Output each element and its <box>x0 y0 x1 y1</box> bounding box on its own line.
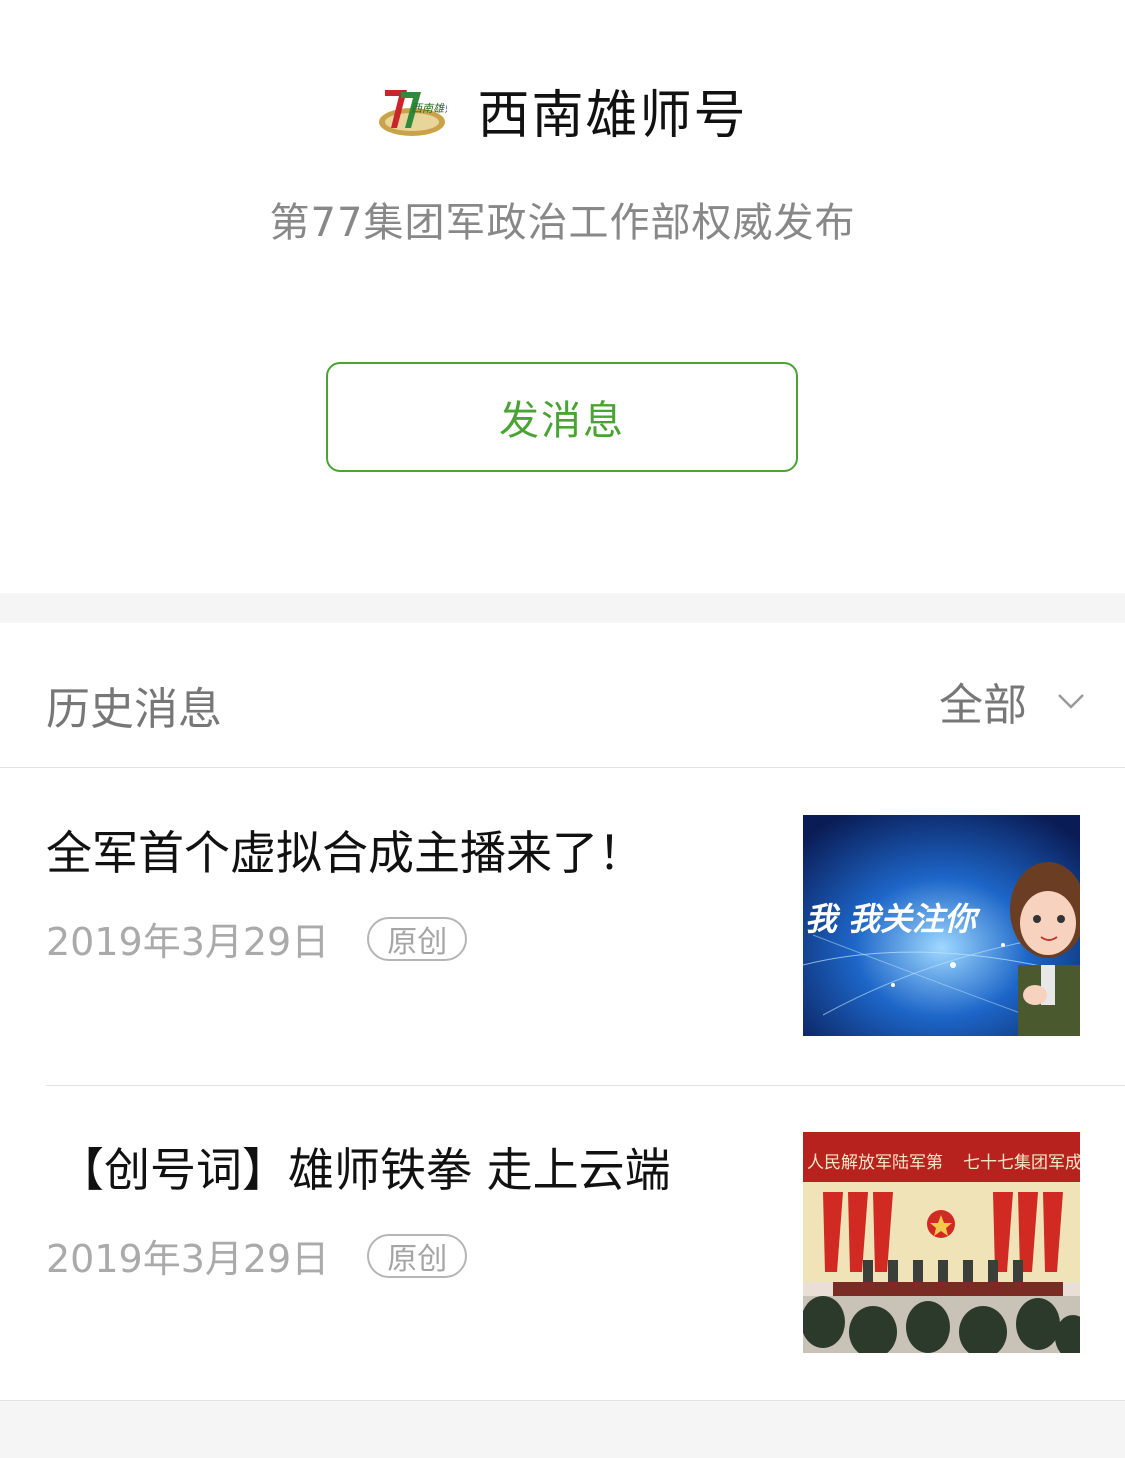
account-name: 西南雄师号 <box>477 85 748 146</box>
original-badge: 原创 <box>367 916 468 961</box>
history-title: 历史消息 <box>46 684 222 735</box>
article-meta: 2019年3月29日 原创 <box>46 1228 468 1283</box>
account-header: 西南雄师 西南雄师号 <box>0 74 1125 146</box>
original-badge: 原创 <box>367 1233 468 1278</box>
send-message-button[interactable]: 发消息 <box>326 362 798 472</box>
account-description: 第77集团军政治工作部权威发布 <box>269 200 856 246</box>
article-item[interactable]: 【创号词】雄师铁拳 走上云端 2019年3月29日 原创 人民解放军陆军第 七十… <box>0 1086 1125 1402</box>
section-divider-band <box>0 593 1125 623</box>
svg-text:西南雄师: 西南雄师 <box>411 102 447 115</box>
article-title: 【创号词】雄师铁拳 走上云端 <box>58 1143 671 1197</box>
svg-text:人民解放军陆军第: 人民解放军陆军第 <box>807 1153 943 1173</box>
svg-text:我 我关注你: 我 我关注你 <box>805 900 981 938</box>
history-header: 历史消息 全部 <box>0 623 1125 768</box>
history-filter-dropdown[interactable]: 全部 <box>939 673 1085 731</box>
account-logo-icon: 西南雄师 <box>379 90 447 136</box>
article-date: 2019年3月29日 <box>46 1237 330 1281</box>
article-item[interactable]: 全军首个虚拟合成主播来了！ 2019年3月29日 原创 我 我关注你 <box>0 769 1125 1085</box>
article-date: 2019年3月29日 <box>46 920 330 964</box>
official-account-page: 西南雄师 西南雄师号 第77集团军政治工作部权威发布 发消息 历史消息 全部 全… <box>0 0 1125 1458</box>
article-thumbnail: 人民解放军陆军第 七十七集团军成立大 <box>803 1132 1080 1353</box>
ceremony-thumbnail-image: 人民解放军陆军第 七十七集团军成立大 <box>803 1132 1080 1353</box>
chevron-down-icon <box>1058 694 1084 709</box>
virtual-anchor-thumbnail-image: 我 我关注你 <box>803 815 1080 1036</box>
bottom-band <box>0 1401 1125 1458</box>
article-thumbnail: 我 我关注你 <box>803 815 1080 1036</box>
filter-label: 全部 <box>939 680 1027 731</box>
article-meta: 2019年3月29日 原创 <box>46 911 468 966</box>
article-title: 全军首个虚拟合成主播来了！ <box>46 826 644 880</box>
svg-text:七十七集团军成立大: 七十七集团军成立大 <box>963 1153 1080 1173</box>
